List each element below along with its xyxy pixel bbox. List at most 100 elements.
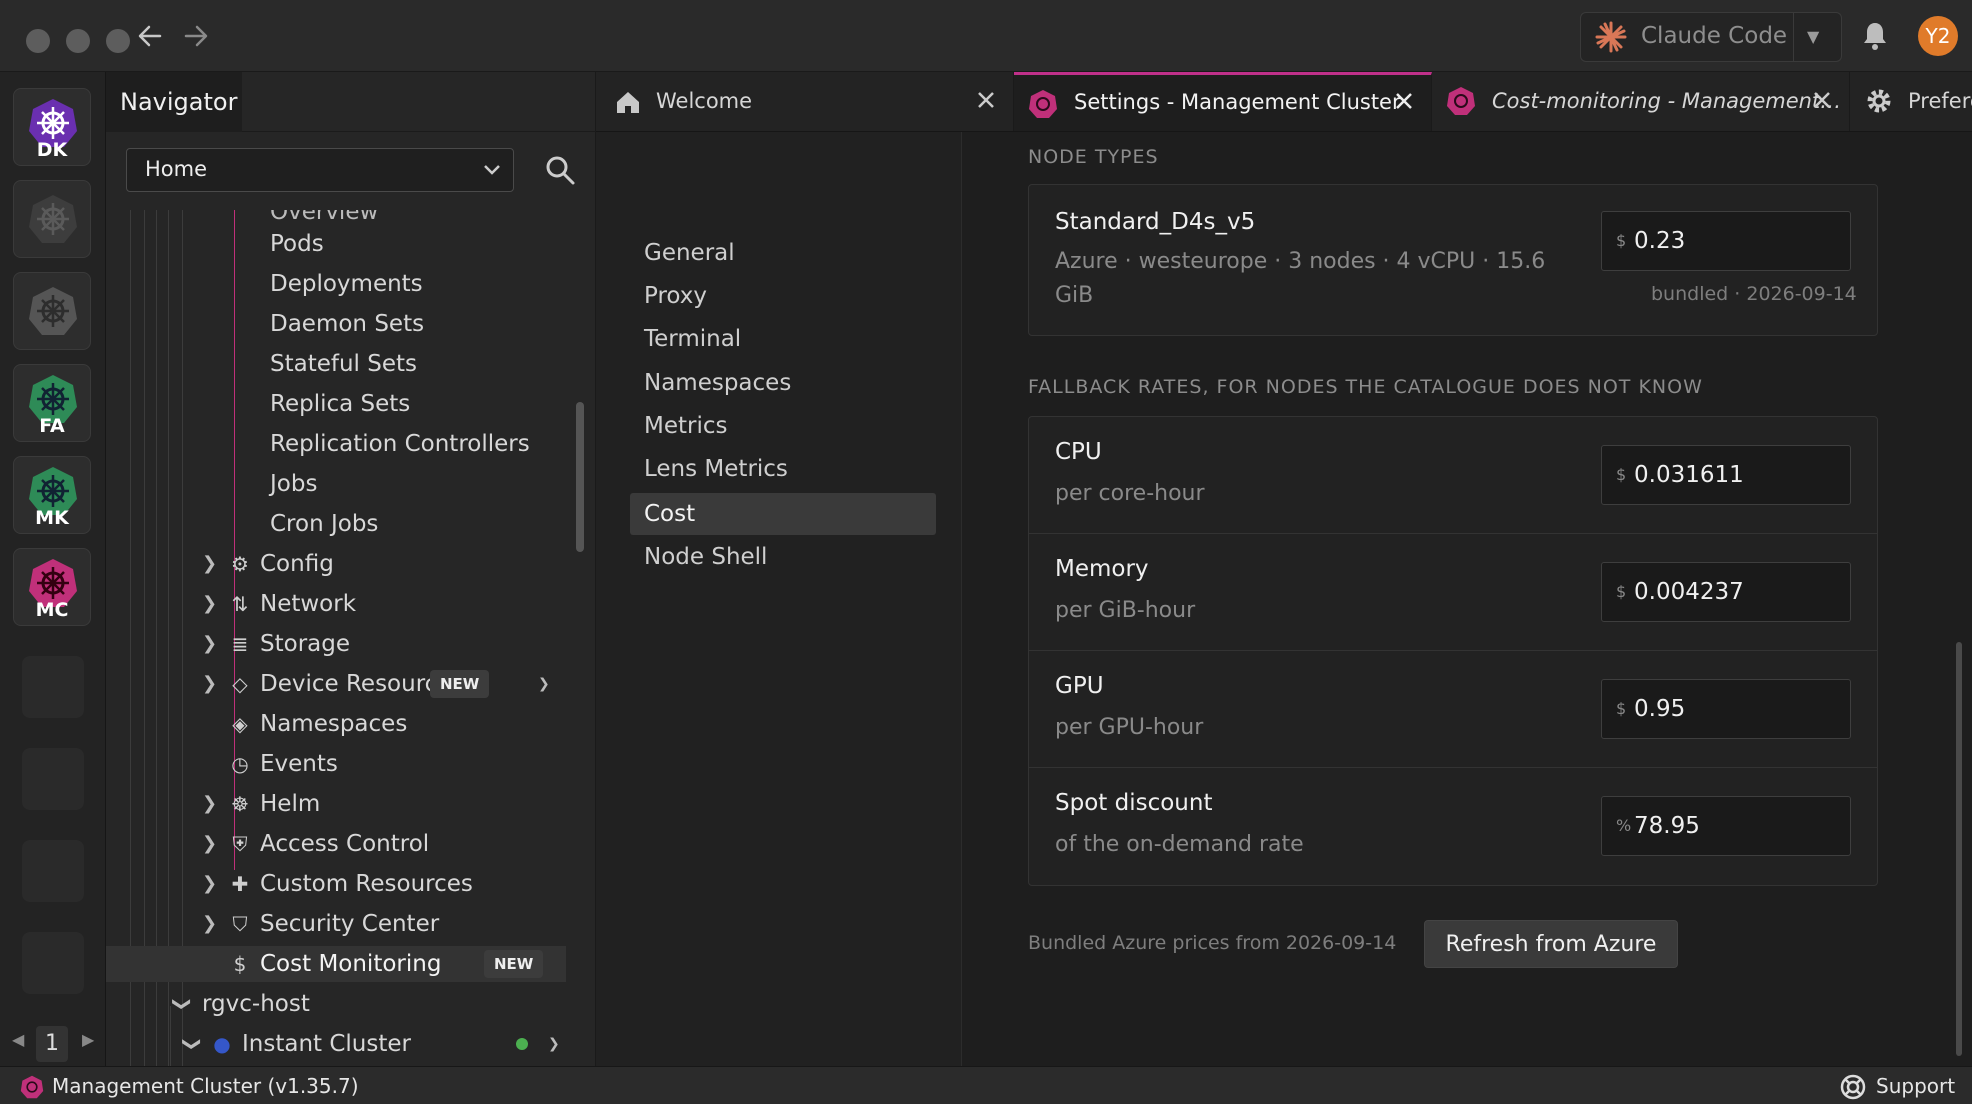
node-price-field[interactable]: $ bbox=[1601, 211, 1851, 271]
spot-discount-input[interactable] bbox=[1634, 809, 1834, 843]
navigator-header: Navigator bbox=[106, 72, 596, 132]
tree-item-custom-resources[interactable]: ❯ ✚ Custom Resources bbox=[196, 866, 576, 902]
new-badge: NEW bbox=[430, 670, 490, 698]
window-close-dot[interactable] bbox=[26, 29, 50, 53]
rate-name: Spot discount bbox=[1055, 790, 1213, 816]
tree-item-events[interactable]: ◷ Events bbox=[196, 746, 576, 782]
hotbar-item-dk[interactable]: DK bbox=[13, 88, 91, 166]
chevron-down-icon[interactable]: ▼ bbox=[1807, 27, 1819, 46]
tree-item-helm[interactable]: ❯ ☸ Helm bbox=[196, 786, 576, 822]
close-icon[interactable] bbox=[1390, 87, 1418, 115]
tree-item-config[interactable]: ❯ ⚙ Config bbox=[196, 546, 576, 582]
rate-name: Memory bbox=[1055, 556, 1149, 582]
hotbar-page-number[interactable]: 1 bbox=[36, 1026, 68, 1062]
tree-item-storage[interactable]: ❯ ≣ Storage bbox=[196, 626, 576, 662]
node-price-input[interactable] bbox=[1634, 224, 1834, 258]
arrow-left-icon[interactable] bbox=[134, 20, 166, 52]
context-select[interactable]: Home bbox=[126, 148, 514, 192]
chevron-right-icon[interactable]: ❯ bbox=[202, 906, 217, 942]
navigator-scrollbar[interactable] bbox=[576, 402, 584, 552]
chevron-right-icon[interactable]: ❯ bbox=[538, 666, 550, 702]
settings-nav: General Proxy Terminal Namespaces Metric… bbox=[596, 132, 962, 1066]
hotbar-item-cluster-2[interactable] bbox=[13, 180, 91, 258]
settings-nav-lens-metrics[interactable]: Lens Metrics bbox=[630, 448, 936, 490]
arrow-right-icon[interactable] bbox=[180, 20, 212, 52]
tree-item-rgvc-host[interactable]: ❯ rgvc-host bbox=[166, 986, 566, 1022]
tree-item-device-resources[interactable]: ❯ ◇ Device Resources NEW ❯ bbox=[196, 666, 576, 702]
tree-item-replica-sets[interactable]: Replica Sets bbox=[236, 386, 410, 422]
tree-item-pods[interactable]: Pods bbox=[236, 226, 324, 262]
window-minimize-dot[interactable] bbox=[66, 29, 90, 53]
bell-icon[interactable] bbox=[1860, 20, 1890, 52]
active-cluster-label[interactable]: Management Cluster (v1.35.7) bbox=[52, 1074, 359, 1098]
chevron-right-icon[interactable]: ❯ bbox=[202, 786, 217, 822]
node-type-name: Standard_D4s_v5 bbox=[1055, 209, 1256, 235]
tree-item-stateful-sets[interactable]: Stateful Sets bbox=[236, 346, 417, 382]
cpu-rate-input[interactable] bbox=[1634, 458, 1834, 492]
tree-item-cost-monitoring[interactable]: $ Cost Monitoring NEW bbox=[196, 946, 576, 982]
hotbar: DK FA MK MC ◀ 1 ▶ bbox=[0, 72, 106, 1066]
hotbar-empty-slot[interactable] bbox=[22, 748, 84, 810]
window-maximize-dot[interactable] bbox=[106, 29, 130, 53]
rate-field[interactable]: $ bbox=[1601, 679, 1851, 739]
helm-icon: ☸ bbox=[231, 792, 249, 816]
tree-item-namespaces[interactable]: ◈ Namespaces bbox=[196, 706, 576, 742]
tab-cost-monitoring[interactable]: Cost-monitoring - Management… bbox=[1432, 72, 1850, 131]
chevron-down-icon[interactable]: ❯ bbox=[174, 1036, 210, 1051]
rate-field[interactable]: $ bbox=[1601, 445, 1851, 505]
tree-item-access-control[interactable]: ❯ ⛨ Access Control bbox=[196, 826, 576, 862]
settings-nav-general[interactable]: General bbox=[630, 232, 936, 274]
tree-item-network[interactable]: ❯ ⇅ Network bbox=[196, 586, 576, 622]
rate-row-cpu: CPU per core-hour $ bbox=[1029, 417, 1877, 534]
memory-rate-input[interactable] bbox=[1634, 575, 1834, 609]
tree-item-jobs[interactable]: Jobs bbox=[236, 466, 317, 502]
hotbar-empty-slot[interactable] bbox=[22, 932, 84, 994]
tab-welcome[interactable]: Welcome bbox=[596, 72, 1014, 131]
tree-item-cron-jobs[interactable]: Cron Jobs bbox=[236, 506, 378, 542]
currency-prefix: $ bbox=[1616, 582, 1627, 601]
tab-preferences[interactable]: Prefere bbox=[1850, 72, 1972, 131]
hotbar-item-cluster-3[interactable] bbox=[13, 272, 91, 350]
search-icon[interactable] bbox=[544, 154, 576, 186]
chevron-right-icon[interactable]: ❯ bbox=[202, 866, 217, 902]
rate-field[interactable]: % bbox=[1601, 796, 1851, 856]
hotbar-item-mc[interactable]: MC bbox=[13, 548, 91, 626]
chevron-right-icon[interactable]: ❯ bbox=[202, 546, 217, 582]
user-avatar[interactable]: Y2 bbox=[1918, 16, 1958, 56]
hotbar-item-mk[interactable]: MK bbox=[13, 456, 91, 534]
settings-nav-proxy[interactable]: Proxy bbox=[630, 275, 936, 317]
tree-item-deployments[interactable]: Deployments bbox=[236, 266, 423, 302]
support-link[interactable]: Support bbox=[1876, 1074, 1955, 1098]
tree-item-daemon-sets[interactable]: Daemon Sets bbox=[236, 306, 424, 342]
hotbar-item-fa[interactable]: FA bbox=[13, 364, 91, 442]
content-scrollbar[interactable] bbox=[1956, 642, 1962, 1056]
settings-nav-namespaces[interactable]: Namespaces bbox=[630, 362, 936, 404]
settings-nav-node-shell[interactable]: Node Shell bbox=[630, 536, 936, 578]
chevron-right-icon[interactable]: ❯ bbox=[202, 826, 217, 862]
settings-nav-metrics[interactable]: Metrics bbox=[630, 405, 936, 447]
tree-item-replication-controllers[interactable]: Replication Controllers bbox=[236, 426, 530, 462]
tree-item-instant-cluster[interactable]: ❯ ● Instant Cluster ❯ bbox=[176, 1026, 576, 1062]
close-icon[interactable] bbox=[1808, 86, 1836, 114]
chevron-left-icon[interactable]: ◀ bbox=[12, 1030, 24, 1049]
chevron-right-icon[interactable]: ❯ bbox=[202, 626, 217, 662]
tab-settings-management-cluster[interactable]: Settings - Management Cluster bbox=[1014, 72, 1432, 131]
gpu-rate-input[interactable] bbox=[1634, 692, 1834, 726]
hotbar-empty-slot[interactable] bbox=[22, 840, 84, 902]
chevron-right-icon[interactable]: ❯ bbox=[202, 586, 217, 622]
storage-icon: ≣ bbox=[231, 632, 249, 656]
assistant-label: Claude Code bbox=[1641, 23, 1788, 49]
chevron-down-icon[interactable]: ❯ bbox=[164, 996, 200, 1011]
refresh-from-azure-button[interactable]: Refresh from Azure bbox=[1424, 920, 1678, 968]
rate-field[interactable]: $ bbox=[1601, 562, 1851, 622]
assistant-selector[interactable]: Claude Code ▼ bbox=[1580, 12, 1842, 62]
hotbar-empty-slot[interactable] bbox=[22, 656, 84, 718]
chevron-right-icon[interactable]: ❯ bbox=[548, 1026, 560, 1062]
fallback-rates-card: CPU per core-hour $ Memory per GiB-hour … bbox=[1028, 416, 1878, 886]
settings-nav-cost[interactable]: Cost bbox=[630, 493, 936, 535]
tree-item-security-center[interactable]: ❯ ⛉ Security Center bbox=[196, 906, 576, 942]
close-icon[interactable] bbox=[972, 86, 1000, 114]
chevron-right-icon[interactable]: ▶ bbox=[82, 1030, 94, 1049]
settings-nav-terminal[interactable]: Terminal bbox=[630, 318, 936, 360]
chevron-right-icon[interactable]: ❯ bbox=[202, 666, 217, 702]
